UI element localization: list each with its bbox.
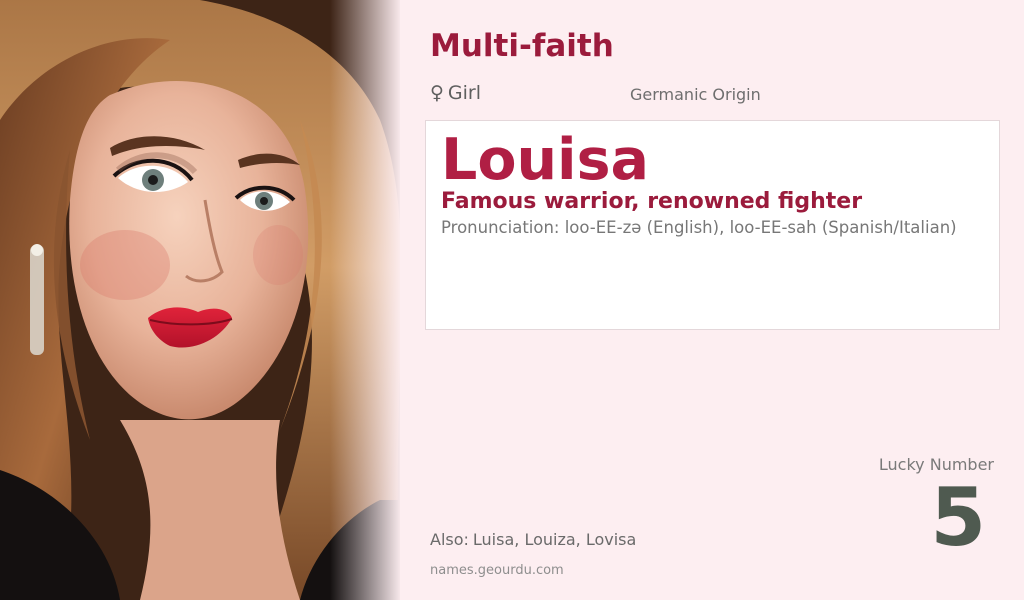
pronunciation-text: Pronunciation: loo-EE-zə (English), loo-… (441, 218, 957, 237)
origin-label: Germanic Origin (630, 85, 761, 104)
name-info-box: Louisa Famous warrior, renowned fighter … (425, 120, 1000, 330)
source-url: names.geourdu.com (430, 563, 564, 578)
variants-list: Luisa, Louiza, Lovisa (472, 530, 637, 549)
variants-label: Also: (430, 530, 469, 549)
portrait-photo (0, 0, 400, 600)
name-heading: Louisa (441, 127, 649, 193)
gender-text: Girl (447, 82, 482, 104)
portrait-fade-overlay (330, 0, 400, 600)
name-meaning: Famous warrior, renowned fighter (441, 189, 863, 214)
name-variants: Also: Luisa, Louiza, Lovisa (430, 530, 636, 549)
lucky-number-value: 5 (930, 471, 986, 564)
name-card: Multi-faith ♀ Girl Germanic Origin Louisa… (0, 0, 1024, 600)
female-symbol-icon: ♀ (430, 82, 444, 104)
gender-label: ♀ Girl (430, 82, 481, 104)
category-title: Multi-faith (430, 28, 614, 64)
